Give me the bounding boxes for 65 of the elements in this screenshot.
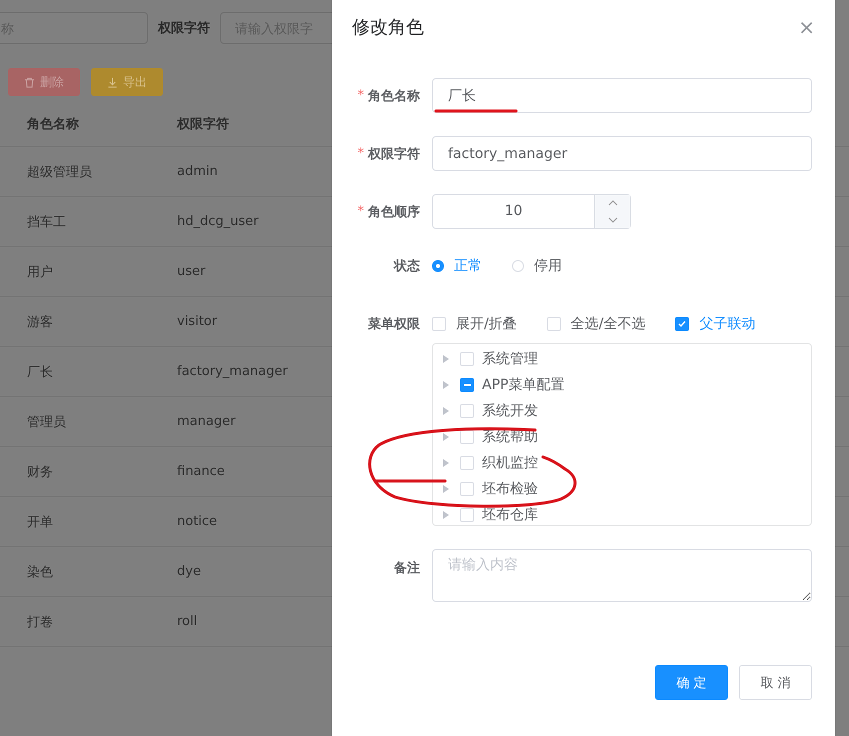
remark-field[interactable]: 请输入内容 — [432, 549, 812, 602]
checkbox[interactable] — [460, 378, 474, 392]
close-button[interactable]: × — [798, 17, 815, 37]
field-label: 权限字符 — [368, 146, 420, 162]
tree-item-label[interactable]: 织机监控 — [482, 454, 538, 472]
checkbox-option[interactable]: 全选/全不选 — [546, 315, 646, 333]
table-cell-text: 染色 — [26, 564, 54, 580]
caret-icon[interactable] — [443, 485, 449, 493]
trash-icon — [24, 76, 35, 88]
table-cell: finance — [177, 464, 225, 479]
field-label: 角色顺序 — [368, 204, 420, 220]
field-label: 备注 — [392, 560, 421, 577]
column-header: 权限字符 — [177, 116, 229, 133]
check-icon — [677, 319, 688, 329]
field-label: 状态 — [392, 258, 421, 275]
checkbox-option[interactable]: 父子联动 — [675, 315, 756, 333]
tree-item-label[interactable]: 系统开发 — [482, 402, 538, 420]
table-cell-text: 超级管理员 — [26, 164, 93, 180]
table-cell: notice — [177, 514, 218, 529]
table-cell: hd_dcg_user — [177, 214, 258, 229]
required-mark: * — [358, 146, 364, 161]
required-mark: * — [358, 88, 364, 103]
caret-icon[interactable] — [443, 407, 449, 415]
confirm-button[interactable]: 确 定 — [655, 665, 728, 700]
table-cell: dye — [177, 564, 201, 579]
tree-item-label[interactable]: APP菜单配置 — [482, 376, 564, 394]
tree-item-label[interactable]: 坯布仓库 — [482, 506, 538, 524]
field-label: 菜单权限 — [367, 316, 421, 333]
number-field[interactable]: 10 — [432, 194, 631, 229]
table-cell: factory_manager — [177, 364, 288, 379]
filter-label: 权限字符 — [158, 20, 210, 37]
table-cell-text: 厂长 — [26, 364, 54, 380]
tree-item-label[interactable]: 系统管理 — [482, 350, 538, 368]
decrease-icon[interactable] — [608, 216, 618, 223]
checkbox-option[interactable]: 展开/折叠 — [432, 315, 517, 333]
text-field[interactable]: 厂长 — [432, 78, 812, 113]
table-cell: visitor — [177, 314, 218, 329]
table-cell-text: 开单 — [26, 514, 54, 530]
download-icon — [107, 76, 118, 88]
increase-icon[interactable] — [608, 200, 618, 206]
caret-icon[interactable] — [443, 459, 449, 467]
caret-icon[interactable] — [443, 511, 449, 519]
dialog-title: 修改角色 — [352, 16, 424, 39]
caret-icon[interactable] — [443, 433, 449, 441]
caret-icon[interactable] — [443, 381, 449, 389]
radio-option[interactable]: 停用 — [512, 257, 562, 275]
table-cell-text: 打卷 — [26, 614, 54, 630]
table-cell-text: 用户 — [26, 264, 54, 280]
table-cell: roll — [177, 614, 198, 629]
column-header: 角色名称 — [26, 116, 80, 133]
cancel-button[interactable]: 取 消 — [739, 665, 812, 700]
tree-item-label[interactable]: 坯布检验 — [482, 480, 538, 498]
table-cell-text: 管理员 — [26, 414, 67, 430]
required-mark: * — [358, 204, 364, 219]
caret-icon[interactable] — [443, 355, 449, 363]
table-cell-text: 财务 — [26, 464, 54, 480]
field-label: 角色名称 — [368, 88, 420, 104]
table-cell-text: 挡车工 — [26, 214, 67, 230]
text-field[interactable]: factory_manager — [432, 136, 812, 171]
table-cell: admin — [177, 164, 218, 179]
table-cell-text: 游客 — [26, 314, 54, 330]
radio-option[interactable]: 正常 — [432, 257, 482, 275]
table-cell: user — [177, 264, 206, 279]
table-cell: manager — [177, 414, 236, 429]
dash-icon — [464, 384, 470, 386]
